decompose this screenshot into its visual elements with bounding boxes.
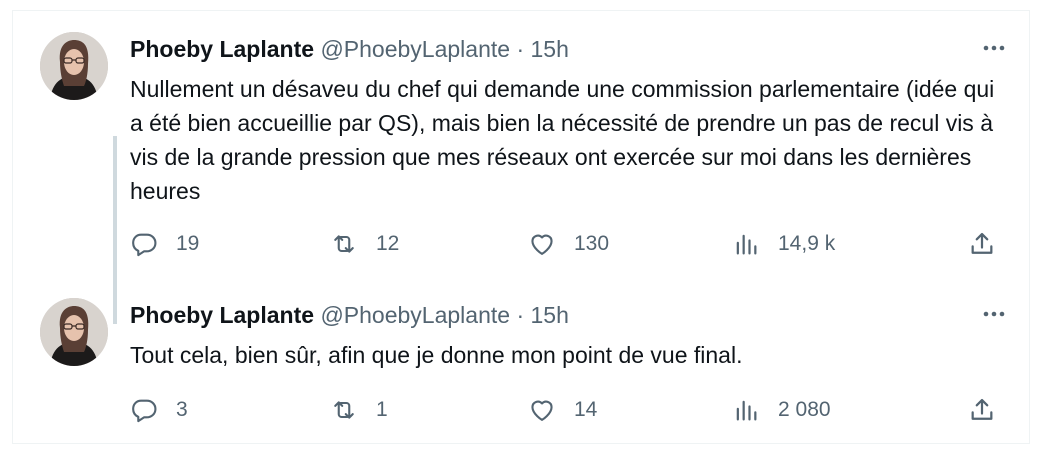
reply-button[interactable]: 3 [130, 394, 188, 426]
reply-button[interactable]: 19 [130, 228, 199, 260]
views-button[interactable]: 2 080 [732, 394, 831, 426]
views-count: 2 080 [778, 398, 831, 421]
author-handle[interactable]: @PhoebyLaplante [320, 302, 510, 328]
retweet-count: 1 [376, 398, 388, 421]
reply-count: 19 [176, 232, 200, 255]
retweet-button[interactable]: 12 [330, 228, 399, 260]
retweet-icon [334, 401, 354, 419]
more-icon [983, 45, 1005, 51]
retweet-button[interactable]: 1 [330, 394, 388, 426]
like-count: 130 [574, 232, 610, 255]
avatar[interactable] [40, 298, 108, 366]
more-options-button[interactable] [978, 36, 1010, 60]
author-name[interactable]: Phoeby Laplante [130, 36, 314, 62]
reply-icon [132, 233, 157, 257]
timestamp[interactable]: 15h [531, 36, 569, 62]
views-button[interactable]: 14,9 k [732, 228, 835, 260]
tweet-text: Tout cela, bien sûr, afin que je donne m… [130, 342, 743, 368]
avatar[interactable] [40, 32, 108, 100]
views-count: 14,9 k [778, 232, 836, 255]
more-options-button[interactable] [978, 302, 1010, 326]
more-icon [983, 311, 1005, 317]
share-button[interactable] [968, 228, 996, 260]
share-icon [971, 232, 993, 254]
tweet-header: Phoeby Laplante @PhoebyLaplante · 15h [130, 34, 569, 64]
retweet-count: 12 [376, 232, 400, 255]
tweet-text: Nullement un désaveu du chef qui demande… [130, 76, 995, 204]
like-count: 14 [574, 398, 598, 421]
like-button[interactable]: 130 [528, 228, 609, 260]
separator: · [516, 302, 525, 328]
heart-icon [531, 234, 553, 255]
reply-count: 3 [176, 398, 188, 421]
author-name[interactable]: Phoeby Laplante [130, 302, 314, 328]
separator: · [516, 36, 525, 62]
tweet-actions: 19 12 130 14,9 k [130, 228, 1000, 260]
share-button[interactable] [968, 394, 996, 426]
like-button[interactable]: 14 [528, 394, 597, 426]
share-icon [971, 398, 993, 420]
author-handle[interactable]: @PhoebyLaplante [320, 36, 510, 62]
timestamp[interactable]: 15h [531, 302, 569, 328]
tweet-header: Phoeby Laplante @PhoebyLaplante · 15h [130, 300, 569, 330]
thread-connector-line [113, 136, 117, 324]
views-icon [736, 234, 757, 255]
tweet-actions: 3 1 14 2 080 [130, 394, 1000, 426]
heart-icon [531, 400, 553, 421]
views-icon [736, 400, 757, 421]
retweet-icon [334, 235, 354, 253]
reply-icon [132, 399, 157, 423]
